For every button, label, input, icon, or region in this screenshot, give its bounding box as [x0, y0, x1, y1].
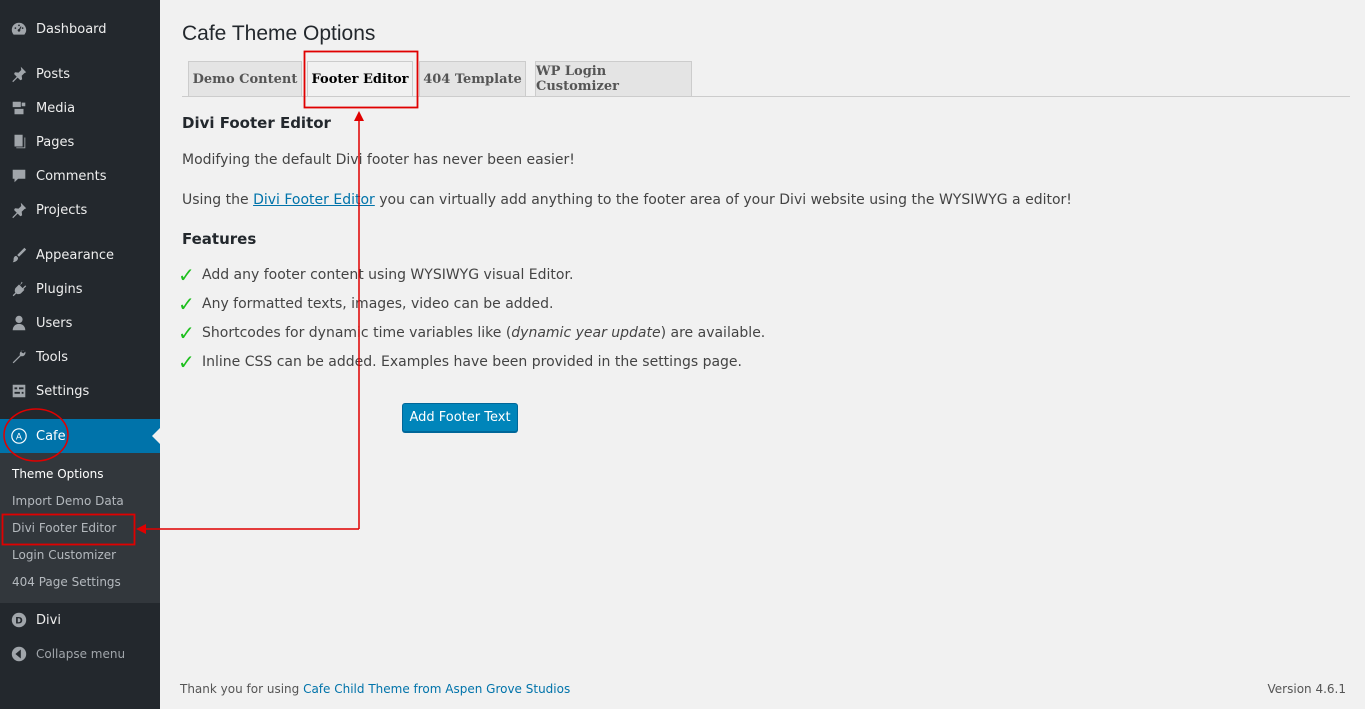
collapse-menu-label: Collapse menu — [36, 647, 126, 661]
sidebar-item-appearance[interactable]: Appearance — [0, 238, 160, 272]
sidebar-item-divi[interactable]: D Divi — [0, 603, 160, 637]
feature-shortcode-emphasis: dynamic year update — [511, 325, 661, 341]
check-icon: ✓ — [178, 292, 195, 316]
feature-text: Any formatted texts, images, video can b… — [202, 296, 554, 312]
sidebar-item-label: Settings — [36, 383, 90, 399]
tab-footer-editor[interactable]: Footer Editor — [307, 61, 413, 97]
description-suffix: you can virtually add anything to the fo… — [374, 192, 1072, 208]
sidebar-item-cafe[interactable]: A Cafe — [0, 419, 160, 453]
cafe-submenu: Theme Options Import Demo Data Divi Foot… — [0, 453, 160, 603]
sidebar-item-posts[interactable]: Posts — [0, 57, 160, 91]
sidebar-item-label: Media — [36, 100, 76, 116]
submenu-theme-options[interactable]: Theme Options — [12, 467, 104, 481]
sidebar-item-label: Tools — [36, 349, 69, 365]
sidebar-item-label: Pages — [36, 134, 75, 150]
pages-icon — [0, 133, 36, 151]
submenu-divi-footer-editor[interactable]: Divi Footer Editor — [12, 521, 116, 535]
sidebar-item-media[interactable]: Media — [0, 91, 160, 125]
sidebar-item-label: Users — [36, 315, 73, 331]
section-title: Divi Footer Editor — [182, 114, 331, 132]
feature-text: Inline CSS can be added. Examples have b… — [202, 354, 742, 370]
wrench-icon — [0, 348, 36, 366]
sidebar-item-label: Projects — [36, 202, 88, 218]
sidebar-item-label: Cafe — [36, 428, 66, 444]
submenu-login-customizer[interactable]: Login Customizer — [12, 548, 116, 562]
feature-text: Shortcodes for dynamic time variables li… — [202, 325, 765, 341]
page-title: Cafe Theme Options — [182, 22, 376, 45]
check-icon: ✓ — [178, 263, 195, 287]
sidebar-item-label: Divi — [36, 612, 61, 628]
check-icon: ✓ — [178, 350, 195, 374]
tabs-divider — [182, 96, 1350, 97]
description-prefix: Using the — [182, 192, 254, 208]
plugin-icon — [0, 280, 36, 298]
sidebar-item-label: Posts — [36, 66, 70, 82]
pin-icon — [0, 201, 36, 219]
sidebar-item-label: Dashboard — [36, 21, 107, 37]
tab-404-template[interactable]: 404 Template — [419, 61, 526, 97]
sidebar-item-tools[interactable]: Tools — [0, 340, 160, 374]
sidebar-item-plugins[interactable]: Plugins — [0, 272, 160, 306]
sidebar-item-users[interactable]: Users — [0, 306, 160, 340]
sidebar-item-dashboard[interactable]: Dashboard — [0, 12, 160, 46]
brush-icon — [0, 246, 36, 264]
settings-icon — [0, 382, 36, 400]
tab-demo-content[interactable]: Demo Content — [188, 61, 302, 97]
submenu-404-page-settings[interactable]: 404 Page Settings — [12, 575, 121, 589]
media-icon — [0, 99, 36, 117]
feature-item: ✓ Add any footer content using WYSIWYG v… — [178, 265, 573, 285]
footer-thanks-prefix: Thank you for using — [180, 682, 304, 696]
description-text: Using the Divi Footer Editor you can vir… — [182, 192, 1072, 208]
sidebar-item-label: Appearance — [36, 247, 115, 263]
circle-a-icon: A — [0, 427, 36, 445]
check-icon: ✓ — [178, 321, 195, 345]
comment-icon — [0, 167, 36, 185]
tab-wp-login-customizer[interactable]: WP Login Customizer — [535, 61, 692, 97]
divi-footer-editor-link[interactable]: Divi Footer Editor — [253, 192, 375, 208]
main-content: Cafe Theme Options Demo Content Footer E… — [160, 0, 1365, 709]
sidebar-item-comments[interactable]: Comments — [0, 159, 160, 193]
submenu-import-demo-data[interactable]: Import Demo Data — [12, 494, 124, 508]
divi-icon: D — [0, 611, 36, 629]
collapse-arrow-icon — [0, 645, 36, 663]
feature-item: ✓ Any formatted texts, images, video can… — [178, 294, 554, 314]
intro-text: Modifying the default Divi footer has ne… — [182, 152, 575, 168]
feature-shortcode-suffix: ) are available. — [660, 325, 766, 341]
svg-text:D: D — [15, 617, 22, 627]
add-footer-text-button[interactable]: Add Footer Text — [402, 403, 518, 432]
user-icon — [0, 314, 36, 332]
feature-item: ✓ Inline CSS can be added. Examples have… — [178, 352, 742, 372]
features-title: Features — [182, 230, 257, 248]
admin-sidebar: Dashboard Posts Media Pages Comments Pro… — [0, 0, 160, 709]
footer-version: Version 4.6.1 — [1267, 682, 1346, 696]
footer-thanks: Thank you for using Cafe Child Theme fro… — [180, 682, 570, 696]
sidebar-item-label: Plugins — [36, 281, 83, 297]
pin-icon — [0, 65, 36, 83]
collapse-menu-button[interactable]: Collapse menu — [0, 637, 160, 671]
dashboard-icon — [0, 20, 36, 38]
sidebar-item-pages[interactable]: Pages — [0, 125, 160, 159]
sidebar-item-settings[interactable]: Settings — [0, 374, 160, 408]
feature-item: ✓ Shortcodes for dynamic time variables … — [178, 323, 765, 343]
footer-theme-link[interactable]: Cafe Child Theme from Aspen Grove Studio… — [303, 682, 570, 696]
sidebar-item-projects[interactable]: Projects — [0, 193, 160, 227]
svg-text:A: A — [16, 433, 23, 443]
feature-text: Add any footer content using WYSIWYG vis… — [202, 267, 574, 283]
sidebar-item-label: Comments — [36, 168, 107, 184]
feature-shortcode-prefix: Shortcodes for dynamic time variables li… — [202, 325, 512, 341]
